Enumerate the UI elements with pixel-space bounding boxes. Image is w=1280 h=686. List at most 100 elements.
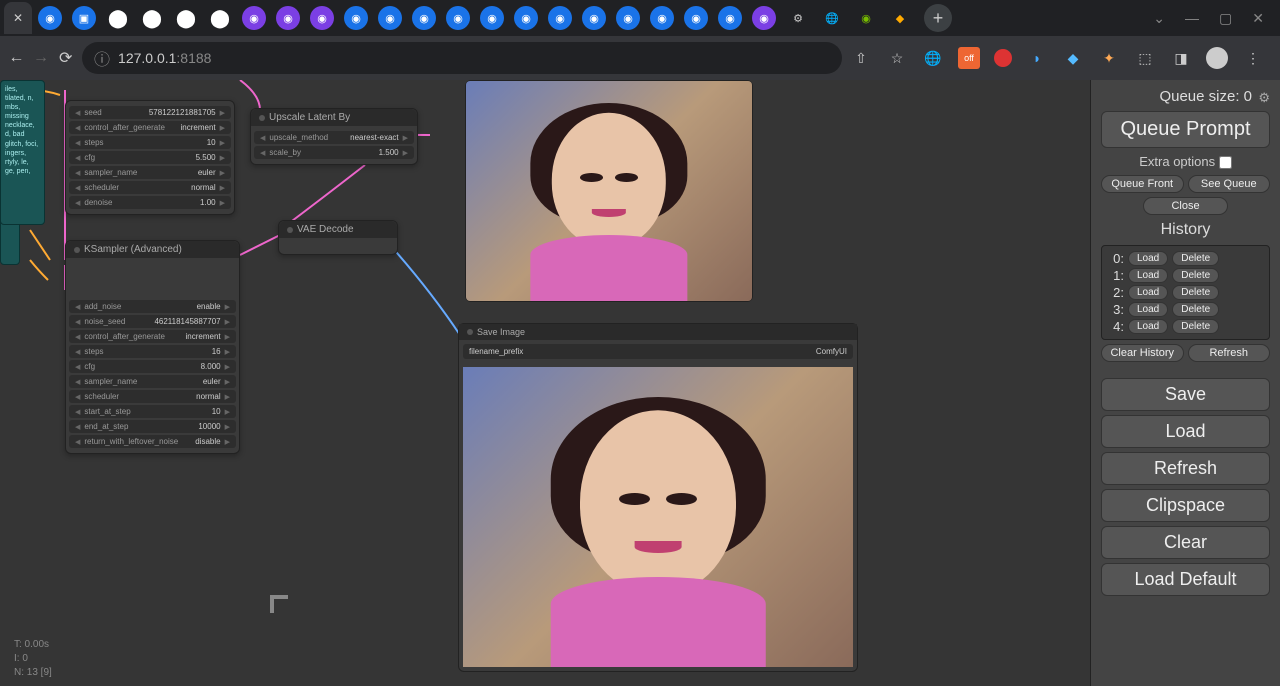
extension-icon[interactable]: off [958,47,980,69]
right-tri-icon[interactable]: ▶ [223,333,232,341]
tab-icon[interactable]: 🌐 [820,6,844,30]
param-row[interactable]: ◀return_with_leftover_noisedisable▶ [69,435,236,448]
right-tri-icon[interactable]: ▶ [223,363,232,371]
right-tri-icon[interactable]: ▶ [223,318,232,326]
menu-icon[interactable]: ⋮ [1242,47,1264,69]
tab-icon[interactable]: ▣ [72,6,96,30]
tab-icon[interactable]: ◉ [650,6,674,30]
right-tri-icon[interactable]: ▶ [401,134,410,142]
minimize-icon[interactable]: — [1185,10,1199,27]
param-row[interactable]: ◀cfg5.500▶ [69,151,231,164]
gear-icon[interactable]: ⚙ [1258,90,1270,106]
param-row[interactable]: ◀denoise1.00▶ [69,196,231,209]
history-delete-button[interactable]: Delete [1172,285,1219,300]
left-tri-icon[interactable]: ◀ [73,199,82,207]
extension-icon[interactable]: ◗ [1026,47,1048,69]
left-tri-icon[interactable]: ◀ [73,438,82,446]
right-tri-icon[interactable]: ▶ [223,438,232,446]
upscale-latent-node[interactable]: Upscale Latent By ◀upscale_methodnearest… [250,108,418,165]
param-row[interactable]: ◀end_at_step10000▶ [69,420,236,433]
nvidia-tab-icon[interactable]: ◉ [854,6,878,30]
extension-icon[interactable]: ✦ [1098,47,1120,69]
extensions-icon[interactable]: ⬚ [1134,47,1156,69]
queue-front-button[interactable]: Queue Front [1101,175,1184,193]
maximize-icon[interactable]: ▢ [1219,10,1232,27]
left-tri-icon[interactable]: ◀ [73,169,82,177]
clear-history-button[interactable]: Clear History [1101,344,1184,362]
right-tri-icon[interactable]: ▶ [218,124,227,132]
right-tri-icon[interactable]: ▶ [218,184,227,192]
load-button[interactable]: Load [1101,415,1270,448]
close-tab-icon[interactable]: ✕ [10,10,26,26]
ksampler-node[interactable]: ◀seed578122121881705▶◀control_after_gene… [65,100,235,215]
github-tab-icon[interactable]: ⬤ [208,6,232,30]
right-tri-icon[interactable]: ▶ [218,139,227,147]
close-window-icon[interactable]: ✕ [1252,10,1264,27]
right-tri-icon[interactable]: ▶ [218,169,227,177]
tab-icon[interactable]: ◉ [378,6,402,30]
left-tri-icon[interactable]: ◀ [73,348,82,356]
tab-icon[interactable]: ◉ [548,6,572,30]
param-row[interactable]: ◀steps10▶ [69,136,231,149]
queue-prompt-button[interactable]: Queue Prompt [1101,111,1270,148]
reload-button[interactable]: ⟳ [57,44,74,72]
param-row[interactable]: ◀noise_seed462118145887707▶ [69,315,236,328]
left-tri-icon[interactable]: ◀ [73,124,82,132]
extension-icon[interactable]: 🌐 [922,47,944,69]
history-delete-button[interactable]: Delete [1172,319,1219,334]
right-tri-icon[interactable]: ▶ [223,393,232,401]
tab-icon[interactable]: ◉ [684,6,708,30]
tab-icon[interactable]: ◉ [514,6,538,30]
left-tri-icon[interactable]: ◀ [258,149,267,157]
vae-decode-node[interactable]: VAE Decode [278,220,398,255]
clear-button[interactable]: Clear [1101,526,1270,559]
right-tri-icon[interactable]: ▶ [223,423,232,431]
tab-icon[interactable]: ◉ [412,6,436,30]
left-tri-icon[interactable]: ◀ [73,184,82,192]
history-delete-button[interactable]: Delete [1172,251,1219,266]
extra-options-checkbox[interactable] [1219,156,1232,169]
close-button[interactable]: Close [1143,197,1228,215]
tab-icon[interactable]: ◉ [582,6,606,30]
tab-icon[interactable]: ◉ [480,6,504,30]
tab-icon[interactable]: ◉ [310,6,334,30]
history-load-button[interactable]: Load [1128,302,1168,317]
preview-image-node[interactable] [465,80,753,302]
active-tab[interactable]: ✕ [4,2,32,34]
tab-icon[interactable]: ◉ [344,6,368,30]
right-tri-icon[interactable]: ▶ [401,149,410,157]
tab-icon[interactable]: ◉ [242,6,266,30]
prompt-text-node[interactable]: iles, tilated, n, mbs, missing necklace,… [0,80,45,225]
tab-icon[interactable]: ◉ [752,6,776,30]
refresh-button[interactable]: Refresh [1101,452,1270,485]
history-load-button[interactable]: Load [1128,319,1168,334]
history-delete-button[interactable]: Delete [1172,268,1219,283]
github-tab-icon[interactable]: ⬤ [174,6,198,30]
param-row[interactable]: ◀seed578122121881705▶ [69,106,231,119]
history-load-button[interactable]: Load [1128,251,1168,266]
back-button[interactable]: ← [8,44,25,72]
left-tri-icon[interactable]: ◀ [73,333,82,341]
param-row[interactable]: ◀upscale_methodnearest-exact▶ [254,131,414,144]
tab-icon[interactable]: ◆ [888,6,912,30]
param-row[interactable]: ◀sampler_nameeuler▶ [69,375,236,388]
ksampler-advanced-node[interactable]: KSampler (Advanced) ◀add_noiseenable▶◀no… [65,240,240,454]
history-list[interactable]: 0:LoadDelete1:LoadDelete2:LoadDelete3:Lo… [1101,245,1270,340]
extension-icon[interactable]: ◆ [1062,47,1084,69]
clipspace-button[interactable]: Clipspace [1101,489,1270,522]
right-tri-icon[interactable]: ▶ [218,109,227,117]
right-tri-icon[interactable]: ▶ [223,378,232,386]
left-tri-icon[interactable]: ◀ [73,139,82,147]
left-tri-icon[interactable]: ◀ [73,408,82,416]
left-tri-icon[interactable]: ◀ [73,378,82,386]
history-load-button[interactable]: Load [1128,268,1168,283]
param-row[interactable]: ◀steps16▶ [69,345,236,358]
right-tri-icon[interactable]: ▶ [223,303,232,311]
see-queue-button[interactable]: See Queue [1188,175,1271,193]
param-row[interactable]: ◀control_after_generateincrement▶ [69,330,236,343]
share-icon[interactable]: ⇧ [850,47,872,69]
github-tab-icon[interactable]: ⬤ [140,6,164,30]
forward-button[interactable]: → [33,44,50,72]
tab-icon[interactable]: ◉ [38,6,62,30]
right-tri-icon[interactable]: ▶ [223,408,232,416]
